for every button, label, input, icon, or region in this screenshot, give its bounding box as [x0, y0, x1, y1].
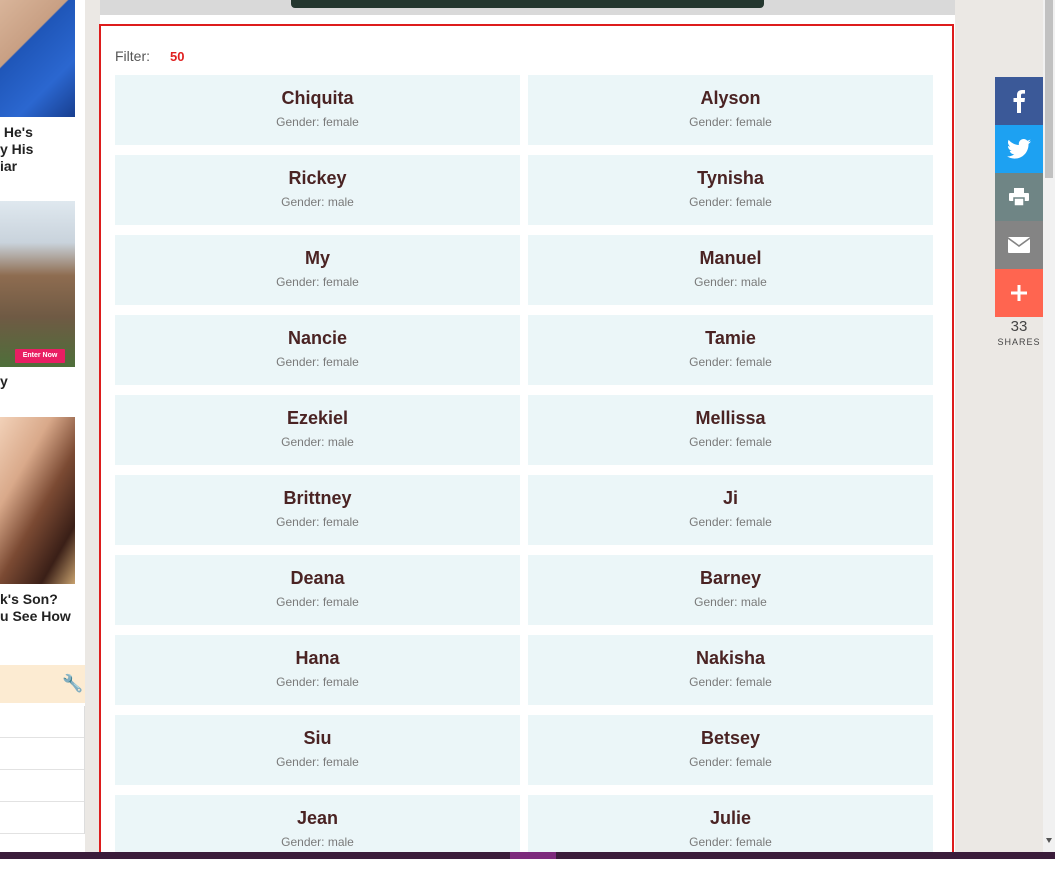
twitter-icon	[1007, 139, 1031, 159]
twitter-share-button[interactable]	[995, 125, 1043, 173]
top-banner-edge	[291, 0, 764, 8]
person-name: Ji	[722, 488, 738, 508]
share-count: 33	[1010, 318, 1028, 335]
people-panel: Filter: 50 Chiquita Gender: female Alyson G…	[99, 24, 954, 858]
person-card[interactable]: Brittney Gender: female	[115, 475, 520, 545]
person-card[interactable]: Ji Gender: female	[528, 475, 933, 545]
list-item[interactable]	[0, 802, 84, 834]
left-gutter	[85, 0, 100, 852]
person-gender: Gender: female	[276, 515, 359, 529]
person-gender: Gender: female	[689, 515, 772, 529]
person-card[interactable]: Deana Gender: female	[115, 555, 520, 625]
person-gender: Gender: female	[276, 675, 359, 689]
person-card[interactable]: Julie Gender: female	[528, 795, 933, 856]
person-card[interactable]: My Gender: female	[115, 235, 520, 305]
person-gender: Gender: male	[281, 835, 354, 849]
ad-image-couple[interactable]	[0, 417, 75, 584]
person-card[interactable]: Siu Gender: female	[115, 715, 520, 785]
person-name: Ezekiel	[286, 408, 349, 428]
person-card[interactable]: Betsey Gender: female	[528, 715, 933, 785]
person-gender: Gender: female	[689, 435, 772, 449]
facebook-icon	[1013, 90, 1025, 113]
list-item[interactable]	[0, 738, 84, 770]
more-share-button[interactable]	[995, 269, 1043, 317]
list-item[interactable]	[0, 770, 84, 802]
person-name: My	[304, 248, 330, 268]
person-gender: Gender: female	[689, 195, 772, 209]
person-name: Hana	[295, 648, 340, 668]
person-name: Tamie	[705, 328, 756, 348]
left-sidebar: He's y His iar Enter Now y k's Son? u Se…	[0, 0, 85, 852]
person-gender: Gender: male	[281, 195, 354, 209]
ad-caption[interactable]: He's y His iar	[0, 124, 33, 175]
person-card[interactable]: Barney Gender: male	[528, 555, 933, 625]
person-card[interactable]: Chiquita Gender: female	[115, 75, 520, 145]
bottom-bar-accent	[510, 852, 556, 859]
sidebar-list	[0, 706, 85, 834]
list-item[interactable]	[0, 706, 84, 738]
share-label: SHARES	[997, 337, 1041, 347]
person-name: Tynisha	[697, 168, 764, 188]
person-card[interactable]: Jean Gender: male	[115, 795, 520, 856]
person-gender: Gender: male	[281, 435, 354, 449]
person-gender: Gender: female	[689, 115, 772, 129]
person-gender: Gender: female	[689, 755, 772, 769]
plus-icon	[1011, 285, 1027, 301]
facebook-share-button[interactable]	[995, 77, 1043, 125]
person-name: Deana	[290, 568, 345, 588]
person-gender: Gender: female	[276, 355, 359, 369]
person-gender: Gender: female	[276, 275, 359, 289]
person-card[interactable]: Alyson Gender: female	[528, 75, 933, 145]
person-name: Mellissa	[695, 408, 766, 428]
ad-caption[interactable]: y	[0, 373, 8, 390]
person-name: Jean	[296, 808, 339, 828]
person-gender: Gender: female	[276, 115, 359, 129]
email-share-button[interactable]	[995, 221, 1043, 269]
person-gender: Gender: female	[276, 755, 359, 769]
person-name: Rickey	[288, 168, 347, 188]
person-card[interactable]: Ezekiel Gender: male	[115, 395, 520, 465]
scrollbar-thumb[interactable]	[1045, 0, 1053, 178]
person-card[interactable]: Tynisha Gender: female	[528, 155, 933, 225]
person-card[interactable]: Manuel Gender: male	[528, 235, 933, 305]
enter-now-button[interactable]: Enter Now	[15, 349, 65, 363]
person-name: Siu	[303, 728, 332, 748]
filter-label: Filter:	[115, 48, 150, 64]
scrollbar[interactable]	[1043, 0, 1055, 852]
person-gender: Gender: male	[694, 275, 767, 289]
person-card[interactable]: Nakisha Gender: female	[528, 635, 933, 705]
person-gender: Gender: female	[689, 355, 772, 369]
ad-image-man-blue-shirt[interactable]	[0, 0, 75, 117]
person-name: Alyson	[700, 88, 761, 108]
person-name: Betsey	[700, 728, 761, 748]
person-gender: Gender: female	[689, 675, 772, 689]
print-icon	[1009, 188, 1029, 206]
person-gender: Gender: male	[694, 595, 767, 609]
person-name: Chiquita	[281, 88, 354, 108]
person-card[interactable]: Mellissa Gender: female	[528, 395, 933, 465]
person-card[interactable]: Rickey Gender: male	[115, 155, 520, 225]
person-name: Julie	[709, 808, 752, 828]
scroll-down-arrow-icon[interactable]	[1046, 838, 1052, 843]
person-card[interactable]: Nancie Gender: female	[115, 315, 520, 385]
person-name: Nakisha	[695, 648, 766, 668]
print-share-button[interactable]	[995, 173, 1043, 221]
person-name: Nancie	[287, 328, 348, 348]
person-gender: Gender: female	[276, 595, 359, 609]
person-card[interactable]: Tamie Gender: female	[528, 315, 933, 385]
person-name: Barney	[699, 568, 762, 588]
person-name: Manuel	[699, 248, 762, 268]
wrench-icon[interactable]: 🔧	[62, 674, 83, 694]
person-card[interactable]: Hana Gender: female	[115, 635, 520, 705]
ad-image-house[interactable]	[0, 201, 75, 367]
ad-caption[interactable]: k's Son? u See How	[0, 591, 71, 625]
filter-count: 50	[170, 49, 185, 64]
person-gender: Gender: female	[689, 835, 772, 849]
person-name: Brittney	[283, 488, 352, 508]
email-icon	[1008, 237, 1030, 253]
